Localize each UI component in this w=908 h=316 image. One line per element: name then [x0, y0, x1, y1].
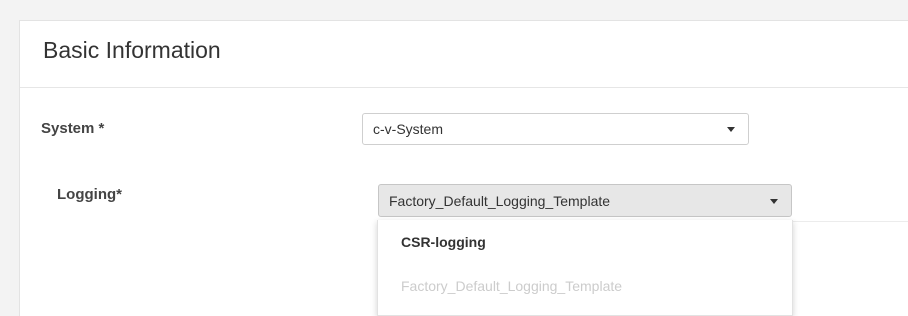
dropdown-option-factory-default: Factory_Default_Logging_Template [401, 278, 623, 294]
chevron-down-icon [727, 127, 735, 132]
system-label: System * [41, 120, 105, 137]
logging-select-value: Factory_Default_Logging_Template [389, 192, 611, 209]
section-title: Basic Information [43, 37, 221, 63]
panel-header: Basic Information [20, 21, 908, 88]
system-select-value: c-v-System [373, 121, 443, 137]
system-select[interactable]: c-v-System [362, 113, 749, 145]
chevron-down-icon [770, 198, 778, 204]
logging-label: Logging* [57, 186, 122, 203]
logging-dropdown-menu: CSR-logging Factory_Default_Logging_Temp… [377, 220, 793, 316]
dropdown-option-csr-logging[interactable]: CSR-logging [401, 234, 486, 250]
divider [792, 221, 908, 222]
logging-select[interactable]: Factory_Default_Logging_Template [378, 184, 792, 217]
